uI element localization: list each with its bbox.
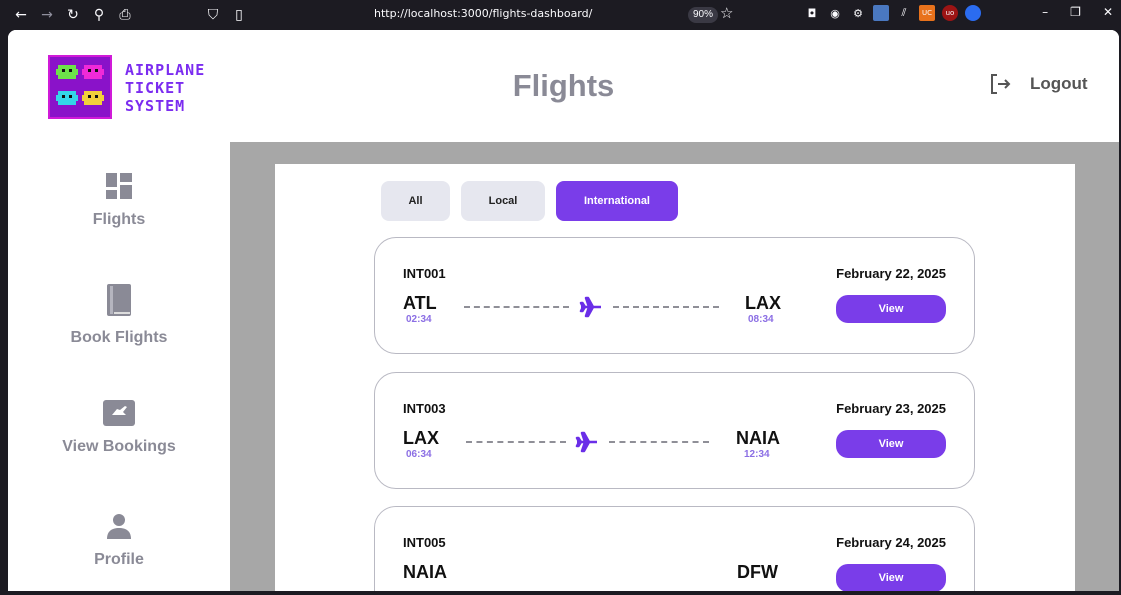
app-header: AIRPLANE TICKET SYSTEM Flights Logout bbox=[8, 30, 1119, 142]
main-content: All Local International INT001 February … bbox=[230, 142, 1119, 591]
view-button[interactable]: View bbox=[836, 430, 946, 458]
sidebar-item-label: Book Flights bbox=[70, 329, 168, 346]
bookmark-star-icon[interactable]: ☆ bbox=[720, 4, 733, 22]
sidebar: Flights Book Flights View Bookings Profi… bbox=[8, 142, 230, 591]
flights-panel[interactable]: All Local International INT001 February … bbox=[275, 164, 1075, 591]
dashboard-icon bbox=[106, 173, 132, 199]
route-line bbox=[466, 441, 566, 443]
page-title: Flights bbox=[512, 68, 615, 103]
page-icon[interactable]: ▯ bbox=[226, 7, 252, 23]
tab-label: Local bbox=[488, 195, 518, 207]
departure-time: 02:34 bbox=[406, 314, 432, 325]
view-button[interactable]: View bbox=[836, 295, 946, 323]
tab-label: All bbox=[408, 195, 423, 207]
origin-code: LAX bbox=[403, 428, 439, 448]
arrival-time: 12:34 bbox=[744, 449, 770, 460]
close-icon[interactable]: ✕ bbox=[1103, 5, 1113, 19]
shield-icon[interactable]: ⛉ bbox=[200, 7, 226, 23]
origin-code: ATL bbox=[403, 293, 437, 313]
account-icon[interactable]: ◉ bbox=[827, 5, 843, 21]
sidebar-item-label: Profile bbox=[94, 551, 144, 568]
flight-id: INT005 bbox=[403, 535, 446, 550]
airplane-icon bbox=[575, 431, 597, 453]
departure-time: 06:34 bbox=[406, 449, 432, 460]
flight-card: INT003 February 23, 2025 LAX 06:34 NAIA … bbox=[374, 372, 975, 489]
address-bar[interactable]: http://localhost:3000/flights-dashboard/ bbox=[374, 7, 592, 20]
flight-card: INT001 February 22, 2025 ATL 02:34 LAX 0… bbox=[374, 237, 975, 354]
restore-icon[interactable]: ❐ bbox=[1070, 5, 1081, 19]
flight-id: INT001 bbox=[403, 266, 446, 281]
tab-label: International bbox=[583, 195, 650, 207]
destination-code: LAX bbox=[745, 293, 781, 313]
flight-card: INT005 February 24, 2025 NAIA DFW View bbox=[374, 506, 975, 591]
search-icon[interactable]: ⚲ bbox=[86, 7, 112, 23]
back-arrow-icon[interactable]: ← bbox=[8, 7, 34, 23]
view-button[interactable]: View bbox=[836, 564, 946, 591]
forward-arrow-icon[interactable]: → bbox=[34, 7, 60, 23]
logout-icon bbox=[991, 74, 1011, 94]
extension-icon[interactable] bbox=[873, 5, 889, 21]
book-icon bbox=[107, 284, 131, 316]
flight-id: INT003 bbox=[403, 401, 446, 416]
pocket-icon[interactable]: ◘ bbox=[804, 5, 820, 21]
printer-icon[interactable]: ⎙ bbox=[112, 7, 138, 23]
flight-date: February 22, 2025 bbox=[836, 266, 946, 281]
destination-code: DFW bbox=[737, 562, 778, 582]
app-window: AIRPLANE TICKET SYSTEM Flights Logout Fl… bbox=[8, 30, 1119, 591]
browser-toolbar: ← → ↻ ⚲ ⎙ ⛉ ▯ http://localhost:3000/flig… bbox=[0, 0, 1121, 30]
airplane-icon bbox=[579, 296, 601, 318]
arrival-time: 08:34 bbox=[748, 314, 774, 325]
destination-code: NAIA bbox=[736, 428, 780, 448]
sidebar-item-profile[interactable]: Profile bbox=[8, 512, 230, 569]
sidebar-item-label: Flights bbox=[92, 211, 146, 228]
zoom-indicator[interactable]: 90% bbox=[688, 7, 719, 23]
route-line bbox=[613, 306, 719, 308]
origin-code: NAIA bbox=[403, 562, 447, 582]
sidebar-item-label: View Bookings bbox=[62, 438, 176, 455]
tab-international[interactable]: International bbox=[556, 181, 678, 221]
sidebar-item-book-flights[interactable]: Book Flights bbox=[8, 282, 230, 347]
route-line bbox=[609, 441, 709, 443]
ublock-icon[interactable]: uo bbox=[942, 5, 958, 21]
tab-all[interactable]: All bbox=[381, 181, 450, 221]
tab-local[interactable]: Local bbox=[461, 181, 545, 221]
flight-date: February 24, 2025 bbox=[836, 535, 946, 550]
route-line bbox=[464, 306, 569, 308]
filter-tabs: All Local International bbox=[381, 181, 678, 221]
logout-button[interactable]: Logout bbox=[988, 72, 1088, 96]
minimize-icon[interactable]: – bbox=[1042, 5, 1048, 19]
settings-gear-icon[interactable]: ⚙ bbox=[850, 5, 866, 21]
user-icon bbox=[107, 514, 131, 539]
ticket-icon bbox=[103, 400, 135, 426]
reload-icon[interactable]: ↻ bbox=[60, 7, 86, 23]
extension-uc-icon[interactable]: UC bbox=[919, 5, 935, 21]
logout-label: Logout bbox=[1030, 74, 1088, 93]
library-icon[interactable]: ⫽ bbox=[896, 5, 912, 21]
extension-blue-icon[interactable] bbox=[965, 5, 981, 21]
sidebar-item-flights[interactable]: Flights bbox=[8, 172, 230, 229]
sidebar-item-view-bookings[interactable]: View Bookings bbox=[8, 399, 230, 456]
flight-date: February 23, 2025 bbox=[836, 401, 946, 416]
